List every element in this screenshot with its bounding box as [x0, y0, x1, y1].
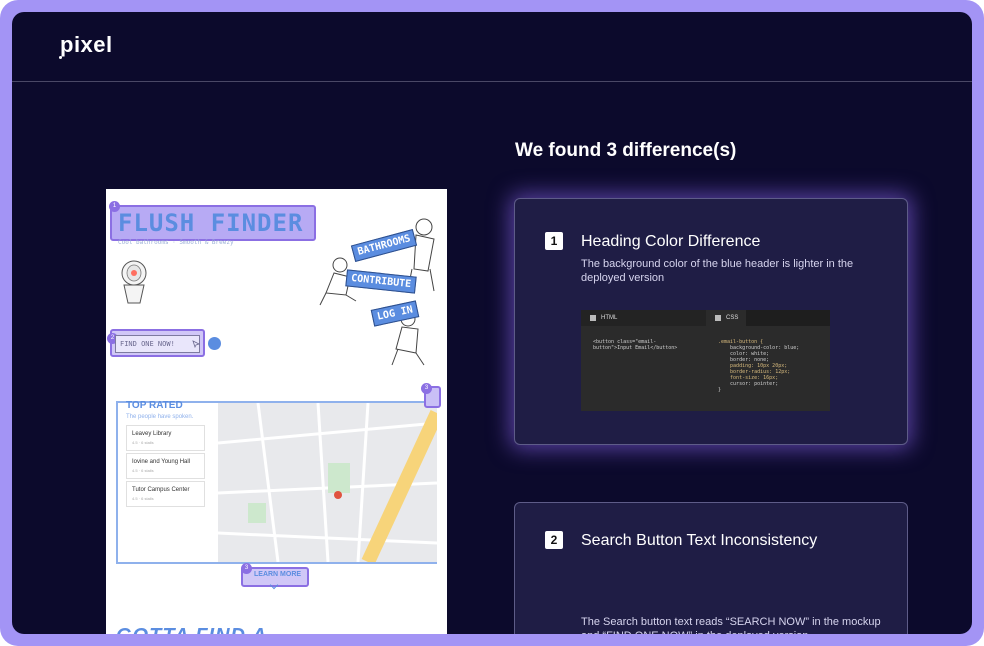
mock-search-button[interactable]: FIND ONE NOW!: [115, 335, 200, 353]
css-file-icon: [715, 315, 721, 321]
location-item[interactable]: Leavey Library 4.5 · 6 stalls: [126, 425, 205, 451]
top-rated-subtitle: The people have spoken.: [126, 414, 194, 420]
location-meta: 4.5 · 6 stalls: [132, 468, 154, 473]
top-bar: pixel: [12, 12, 972, 82]
top-rated-title: TOP RATED: [126, 400, 183, 411]
screenshot-preview: 1 FLUSH FINDER Cool bathrooms · Smooth &…: [106, 189, 447, 634]
tab-css[interactable]: CSS: [706, 310, 746, 326]
pixel-logo[interactable]: pixel: [60, 32, 113, 58]
location-name: Iovine and Young Hall: [132, 459, 191, 465]
tab-css-label: CSS: [726, 315, 739, 321]
mock-site-title: FLUSH FINDER: [118, 209, 304, 237]
toilet-icon: [121, 260, 147, 304]
code-tabs: HTML CSS: [581, 310, 830, 326]
html-file-icon: [590, 315, 596, 321]
map-illustration: [218, 403, 437, 562]
app-window: pixel We found 3 difference(s) 1 FLUSH F…: [12, 12, 972, 634]
diff-marker-3b[interactable]: 3: [241, 563, 252, 574]
css-code-line: cursor: pointer;: [718, 381, 779, 387]
map-view[interactable]: [218, 403, 437, 562]
difference-number: 2: [545, 531, 563, 549]
mock-footer-heading: GOTTA FIND A: [116, 625, 267, 634]
results-headline: We found 3 difference(s): [515, 140, 737, 161]
location-name: Tutor Campus Center: [132, 487, 190, 493]
search-icon[interactable]: [208, 337, 221, 350]
css-code-line: }: [718, 387, 722, 393]
diff-marker-3[interactable]: 3: [421, 383, 432, 394]
difference-description: The background color of the blue header …: [581, 258, 854, 284]
difference-title: Search Button Text Inconsistency: [581, 532, 818, 549]
logo-dot-icon: [59, 56, 62, 59]
tab-html[interactable]: HTML: [581, 310, 706, 326]
location-item[interactable]: Tutor Campus Center 4.5 · 6 stalls: [126, 481, 205, 507]
tab-html-label: HTML: [601, 315, 618, 321]
difference-number: 1: [545, 232, 563, 250]
app-frame: pixel We found 3 difference(s) 1 FLUSH F…: [0, 0, 984, 646]
difference-card-2[interactable]: 2 Search Button Text Inconsistency The S…: [514, 502, 908, 634]
difference-title: Heading Color Difference: [581, 233, 761, 250]
mock-learn-more-button[interactable]: LEARN MORE: [254, 571, 301, 578]
cursor-icon: [192, 340, 200, 348]
difference-card-1[interactable]: 1 Heading Color Difference The backgroun…: [514, 198, 908, 445]
location-meta: 4.5 · 6 stalls: [132, 440, 154, 445]
difference-description: The Search button text reads “SEARCH NOW…: [581, 616, 881, 634]
mock-site-subtitle: Cool bathrooms · Smooth & Breezy: [118, 239, 234, 246]
location-meta: 4.5 · 6 stalls: [132, 496, 154, 501]
location-item[interactable]: Iovine and Young Hall 4.5 · 6 stalls: [126, 453, 205, 479]
code-snippet-panel: HTML CSS <button class="email- button">I…: [581, 310, 830, 411]
html-code-line: button">Input Email</button>: [593, 345, 678, 351]
location-name: Leavey Library: [132, 431, 172, 437]
